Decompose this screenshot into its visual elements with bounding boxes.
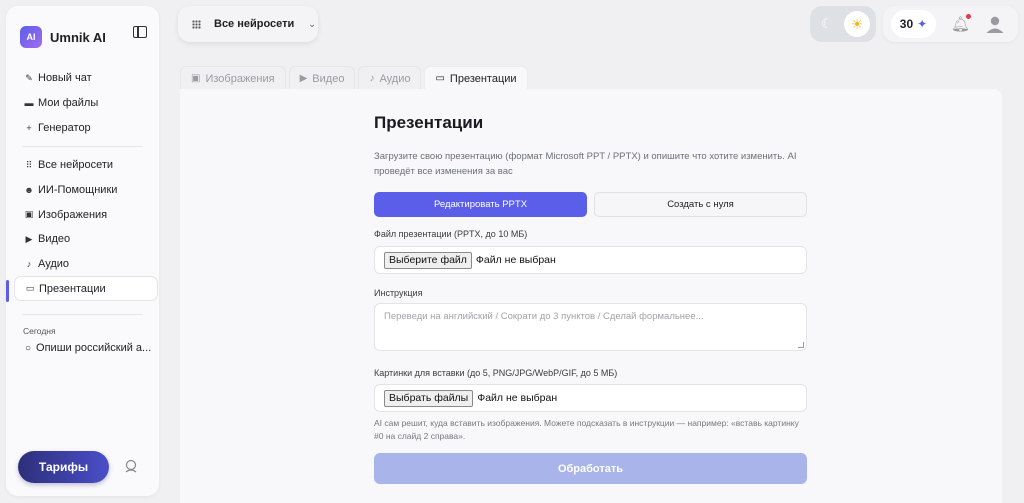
active-indicator bbox=[6, 280, 9, 302]
credits-badge[interactable]: 30 ✦ bbox=[891, 10, 936, 38]
user-panel: 30 ✦ 🔔︎ bbox=[883, 6, 1018, 42]
sidebar-item-label: Мои файлы bbox=[38, 97, 99, 110]
presentation-file-input[interactable]: Выберите файл Файл не выбран bbox=[374, 246, 807, 274]
credits-count: 30 bbox=[899, 17, 914, 31]
audio-icon: ♪ bbox=[369, 73, 375, 84]
sidebar-item-label: Презентации bbox=[39, 282, 106, 295]
folder-icon: ▬ bbox=[24, 98, 34, 109]
instruction-placeholder: Переведи на английский / Сократи до 3 пу… bbox=[384, 311, 704, 322]
sidebar-item-video[interactable]: ▶ Видео bbox=[14, 227, 158, 252]
history-divider bbox=[22, 314, 143, 315]
sidebar-item-label: ИИ-Помощники bbox=[38, 184, 118, 197]
tab-presentations[interactable]: ▭ Презентации bbox=[424, 66, 528, 90]
sparkle-icon: + bbox=[26, 122, 32, 133]
sidebar-item-presentations[interactable]: ▭ Презентации bbox=[14, 276, 158, 302]
model-selector-label: Все нейросети bbox=[214, 18, 295, 30]
tab-audio[interactable]: ♪ Аудио bbox=[358, 66, 422, 90]
avatar-icon[interactable] bbox=[984, 13, 1006, 35]
images-field-label: Картинки для вставки (до 5, PNG/JPG/WebP… bbox=[374, 368, 618, 378]
chat-bubble-icon: ○ bbox=[25, 342, 32, 354]
tab-images[interactable]: ▣ Изображения bbox=[180, 66, 286, 90]
app-logo-icon: AI bbox=[20, 26, 42, 48]
sidebar-item-label: Генератор bbox=[38, 121, 91, 134]
sidebar-item-assistants[interactable]: ☻ ИИ-Помощники bbox=[14, 178, 158, 203]
secondary-nav: ⠿ Все нейросети ☻ ИИ-Помощники ▣ Изображ… bbox=[14, 153, 158, 302]
notification-dot bbox=[966, 14, 971, 19]
sun-icon[interactable]: ☀ bbox=[844, 11, 870, 37]
tab-label: Видео bbox=[312, 72, 345, 85]
images-file-input[interactable]: Выбрать файлы Файл не выбран bbox=[374, 384, 807, 412]
history-item[interactable]: ○ Опиши российский а... bbox=[25, 342, 151, 354]
tab-video[interactable]: ▶ Видео bbox=[288, 66, 356, 90]
choose-files-button[interactable]: Выбрать файлы bbox=[384, 389, 474, 407]
nav-divider bbox=[22, 146, 143, 147]
video-icon: ▶ bbox=[299, 73, 308, 84]
image-icon: ▣ bbox=[191, 73, 201, 84]
page-subtitle: Загрузите свою презентацию (формат Micro… bbox=[374, 151, 797, 177]
model-selector[interactable]: Все нейросети ⌄ bbox=[178, 6, 318, 42]
file-field-label: Файл презентации (PPTX, до 10 МБ) bbox=[374, 229, 528, 239]
grid-icon bbox=[192, 19, 201, 29]
collapse-sidebar-icon[interactable] bbox=[133, 26, 147, 38]
instruction-textarea[interactable]: Переведи на английский / Сократи до 3 пу… bbox=[374, 303, 807, 351]
images-hint: AI сам решит, куда вставить изображения.… bbox=[374, 418, 799, 441]
presentation-icon: ▭ bbox=[25, 283, 35, 294]
support-headset-icon[interactable] bbox=[123, 458, 139, 474]
sidebar-item-images[interactable]: ▣ Изображения bbox=[14, 202, 158, 227]
sidebar: AI Umnik AI ✎ Новый чат ▬ Мои файлы + Ге… bbox=[6, 6, 159, 496]
sidebar-item-label: Новый чат bbox=[38, 72, 92, 85]
choose-file-button[interactable]: Выберите файл bbox=[384, 251, 472, 269]
content-tabs: ▣ Изображения ▶ Видео ♪ Аудио ▭ Презента… bbox=[180, 66, 531, 90]
file-status: Файл не выбран bbox=[475, 254, 556, 266]
sparkle-icon: ✦ bbox=[917, 17, 928, 31]
resize-handle[interactable] bbox=[798, 342, 804, 348]
tariffs-button[interactable]: Тарифы bbox=[18, 451, 109, 483]
sidebar-item-label: Видео bbox=[38, 233, 71, 246]
mode-create-button[interactable]: Создать с нуля bbox=[594, 192, 807, 217]
brand[interactable]: AI Umnik AI bbox=[20, 26, 106, 48]
presentation-icon: ▭ bbox=[435, 73, 445, 84]
chevron-down-icon: ⌄ bbox=[308, 18, 316, 29]
tab-label: Изображения bbox=[205, 72, 275, 85]
sidebar-item-all-models[interactable]: ⠿ Все нейросети bbox=[14, 153, 158, 178]
history-item-label: Опиши российский а... bbox=[36, 342, 152, 354]
sidebar-item-label: Аудио bbox=[38, 258, 70, 271]
robot-icon: ☻ bbox=[24, 185, 34, 196]
sidebar-item-label: Изображения bbox=[38, 208, 108, 221]
history-section-label: Сегодня bbox=[23, 326, 56, 336]
video-icon: ▶ bbox=[25, 233, 33, 244]
page-title: Презентации bbox=[374, 113, 484, 132]
grid-icon: ⠿ bbox=[25, 159, 33, 170]
sidebar-item-my-files[interactable]: ▬ Мои файлы bbox=[14, 91, 158, 116]
main-panel: Презентации Загрузите свою презентацию (… bbox=[180, 89, 1002, 503]
submit-button[interactable]: Обработать bbox=[374, 453, 807, 484]
instruction-label: Инструкция bbox=[374, 288, 423, 298]
images-file-status: Файл не выбран bbox=[477, 392, 558, 404]
audio-icon: ♪ bbox=[26, 259, 32, 270]
tab-label: Презентации bbox=[449, 72, 517, 85]
sidebar-item-label: Все нейросети bbox=[38, 159, 114, 172]
app-name: Umnik AI bbox=[50, 29, 106, 45]
sidebar-item-generator[interactable]: + Генератор bbox=[14, 115, 158, 140]
image-icon: ▣ bbox=[24, 209, 34, 220]
mode-edit-button[interactable]: Редактировать PPTX bbox=[374, 192, 587, 217]
sidebar-item-audio[interactable]: ♪ Аудио bbox=[14, 252, 158, 277]
sidebar-item-new-chat[interactable]: ✎ Новый чат bbox=[14, 66, 158, 91]
pencil-icon: ✎ bbox=[25, 72, 33, 83]
primary-nav: ✎ Новый чат ▬ Мои файлы + Генератор bbox=[14, 66, 158, 140]
tab-label: Аудио bbox=[379, 72, 411, 85]
moon-icon[interactable]: ☾ bbox=[821, 16, 833, 32]
theme-toggle[interactable]: ☾ ☀ bbox=[810, 6, 876, 42]
